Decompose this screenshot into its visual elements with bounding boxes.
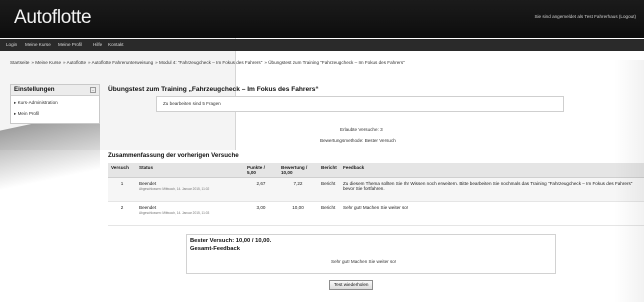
column-header: Punkte / 5,00	[244, 163, 278, 178]
sidebar-item-my-profile[interactable]: ▸ Mein Profil	[14, 111, 39, 117]
site-logo[interactable]: Autoflotte	[14, 7, 92, 29]
sidebar-item-course-admin[interactable]: ▸ Kurs-Administration	[14, 100, 58, 106]
breadcrumb-item[interactable]: Autoflotte Fahrerunterweisung	[92, 60, 154, 65]
settings-block-header: Einstellungen –	[11, 85, 99, 96]
breadcrumb-item[interactable]: Übungstest zum Training "Fahrzeugcheck –…	[268, 60, 405, 65]
column-header: Feedback	[340, 163, 644, 178]
breadcrumb: Startseite» Meine Kurse» Autoflotte» Aut…	[10, 60, 405, 65]
nav-item-help[interactable]: Hilfe	[93, 42, 102, 47]
attempt-status: Beendet Abgeschlossen: Mittwoch, 14. Jan…	[136, 177, 244, 202]
table-header-row: Versuch Status Punkte / 5,00 Bewertung /…	[108, 163, 644, 178]
best-attempt-box: Bester Versuch: 10,00 / 10,00. Gesamt-Fe…	[186, 234, 556, 274]
nav-item-contact[interactable]: Kontakt	[108, 42, 124, 47]
grading-method: Bewertungsmethode: Bester Versuch	[320, 138, 396, 143]
attempt-points: 3,00	[244, 201, 278, 226]
submitted-time: Abgeschlossen: Mittwoch, 14. Januar 2015…	[139, 187, 210, 191]
status-text: Beendet	[139, 181, 157, 186]
quiz-info-box: Zu bearbeiten sind 5 Fragen	[156, 96, 564, 112]
attempt-grade: 7,22	[278, 177, 318, 202]
table-row: 1 Beendet Abgeschlossen: Mittwoch, 14. J…	[108, 177, 644, 202]
breadcrumb-item[interactable]: Startseite	[10, 60, 29, 65]
settings-block-title: Einstellungen	[14, 86, 55, 93]
header: Autoflotte Sie sind angemeldet als Test …	[0, 0, 644, 38]
overall-feedback-label: Gesamt-Feedback	[190, 246, 240, 252]
login-info[interactable]: Sie sind angemeldet als Test Fahrerhaus …	[534, 14, 636, 19]
attempt-number: 2	[108, 201, 136, 226]
sidebar-item-label: Mein Profil	[17, 111, 40, 116]
column-header: Bericht	[318, 163, 340, 178]
attempts-table: Versuch Status Punkte / 5,00 Bewertung /…	[108, 163, 644, 226]
review-link[interactable]: Bericht	[318, 201, 340, 226]
nav-item-login[interactable]: Login	[6, 42, 17, 47]
review-link[interactable]: Bericht	[318, 177, 340, 202]
attempts-allowed: Erlaubte Versuche: 3	[340, 127, 383, 132]
retry-quiz-button[interactable]: Test wiederholen	[329, 280, 374, 290]
nav-item-my-profile[interactable]: Meine Profil	[58, 42, 82, 47]
sidebar-item-label: Kurs-Administration	[17, 100, 58, 105]
breadcrumb-item[interactable]: Modul 4: "Fahrzeugcheck – Im Fokus des F…	[159, 60, 262, 65]
best-grade: Bester Versuch: 10,00 / 10,00.	[190, 238, 272, 244]
attempt-feedback: Zu diesem Thema sollten Sie Ihr Wissen n…	[340, 177, 644, 202]
attempt-number: 1	[108, 177, 136, 202]
column-header: Status	[136, 163, 244, 178]
attempt-points: 2,67	[244, 177, 278, 202]
breadcrumb-item[interactable]: Autoflotte	[67, 60, 86, 65]
summary-title: Zusammenfassung der vorherigen Versuche	[108, 152, 239, 159]
column-header: Versuch	[108, 163, 136, 178]
attempt-status: Beendet Abgeschlossen: Mittwoch, 14. Jan…	[136, 201, 244, 226]
settings-block: Einstellungen – ▸ Kurs-Administration ▸ …	[10, 84, 100, 124]
attempt-feedback: Sehr gut! Machen Sie weiter so!	[340, 201, 644, 226]
overall-feedback-text: Sehr gut! Machen Sie weiter so!	[331, 259, 397, 264]
table-row: 2 Beendet Abgeschlossen: Mittwoch, 14. J…	[108, 201, 644, 226]
nav-bar: Login Meine Kurse Meine Profil Hilfe Kon…	[0, 39, 644, 51]
breadcrumb-item[interactable]: Meine Kurse	[35, 60, 61, 65]
column-header: Bewertung / 10,00	[278, 163, 318, 178]
collapse-icon[interactable]: –	[90, 87, 96, 93]
page: Autoflotte Sie sind angemeldet als Test …	[0, 0, 644, 302]
status-text: Beendet	[139, 205, 157, 210]
nav-item-my-courses[interactable]: Meine Kurse	[25, 42, 51, 47]
submitted-time: Abgeschlossen: Mittwoch, 14. Januar 2015…	[139, 211, 210, 215]
quiz-info-text: Zu bearbeiten sind 5 Fragen	[163, 101, 221, 106]
edge-shade	[614, 60, 644, 302]
attempt-grade: 10,00	[278, 201, 318, 226]
page-title: Übungstest zum Training „Fahrzeugcheck –…	[108, 86, 319, 93]
